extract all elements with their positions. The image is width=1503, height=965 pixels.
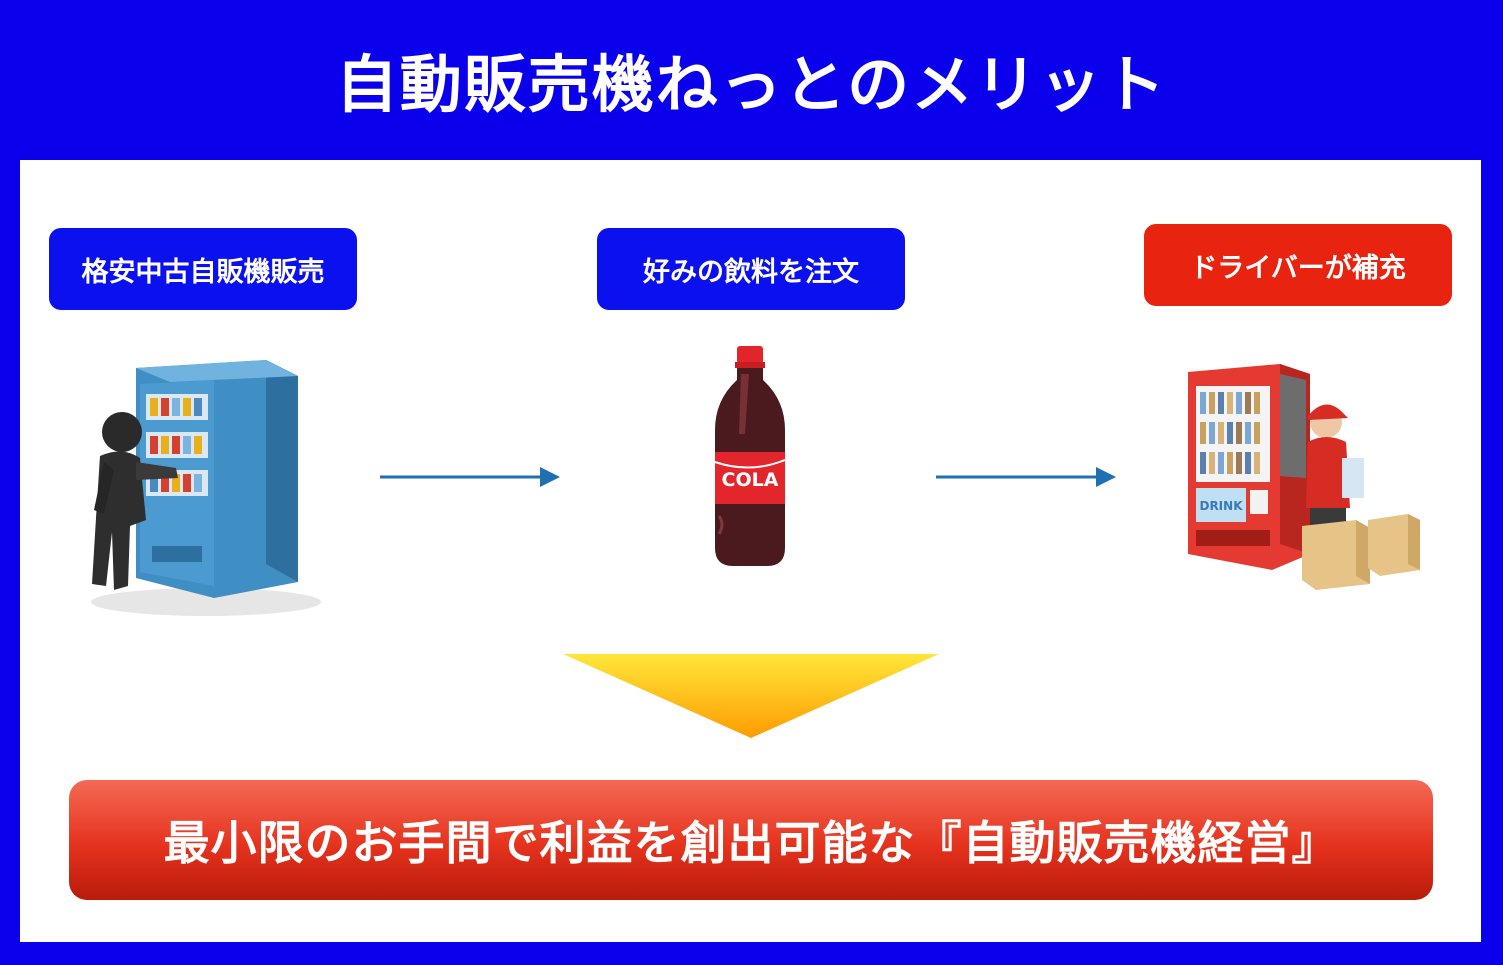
drink-sign-text: DRINK bbox=[1199, 499, 1243, 513]
step-label-order-drinks: 好みの飲料を注文 bbox=[597, 228, 905, 310]
flow-arrow-1 bbox=[380, 467, 560, 487]
cola-label-text: COLA bbox=[722, 469, 779, 491]
step-label-driver-refill: ドライバーが補充 bbox=[1144, 224, 1452, 306]
step-label-used-vending-machine: 格安中古自販機販売 bbox=[49, 228, 357, 310]
driver-refill-illustration: DRINK bbox=[1188, 364, 1420, 590]
step-label-text: 好みの飲料を注文 bbox=[643, 256, 859, 288]
vending-machine-person-illustration bbox=[91, 360, 321, 616]
result-text: 最小限のお手間で利益を創出可能な『自動販売機経営』 bbox=[163, 816, 1339, 870]
result-down-arrow bbox=[563, 654, 939, 738]
result-banner: 最小限のお手間で利益を創出可能な『自動販売機経営』 bbox=[69, 780, 1433, 900]
page-title: 自動販売機ねっとのメリット bbox=[335, 48, 1168, 121]
step-label-text: 格安中古自販機販売 bbox=[81, 256, 325, 288]
flow-arrow-2 bbox=[936, 467, 1116, 487]
step-label-text: ドライバーが補充 bbox=[1190, 252, 1406, 284]
cola-bottle-illustration: COLA bbox=[714, 346, 786, 566]
